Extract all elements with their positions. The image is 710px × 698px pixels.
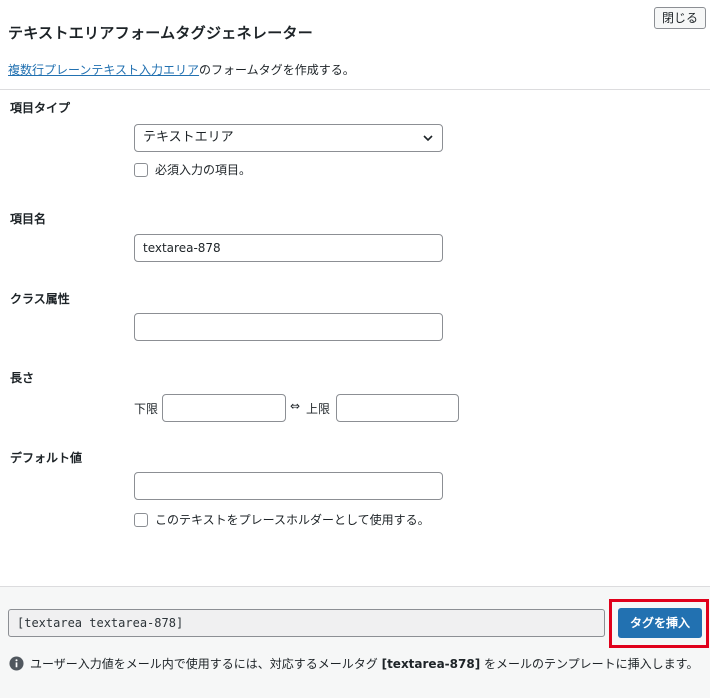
chevron-down-icon	[423, 135, 433, 142]
min-length-label: 下限	[134, 402, 159, 416]
placeholder-label: このテキストをプレースホルダーとして使用する。	[155, 513, 430, 527]
close-button[interactable]: 閉じる	[654, 7, 706, 29]
dialog-title: テキストエリアフォームタグジェネレーター	[8, 24, 314, 42]
name-input[interactable]: textarea-878	[134, 234, 443, 262]
divider	[0, 89, 710, 90]
max-length-label: 上限	[306, 402, 331, 416]
name-label: 項目名	[10, 212, 47, 226]
class-attr-input[interactable]	[134, 313, 443, 341]
required-label: 必須入力の項目。	[155, 163, 252, 177]
class-attr-label: クラス属性	[10, 292, 70, 306]
length-label: 長さ	[10, 371, 35, 385]
max-length-input[interactable]	[336, 394, 459, 422]
insert-tag-button[interactable]: タグを挿入	[618, 608, 702, 638]
note-post: をメールのテンプレートに挿入します。	[480, 657, 699, 671]
default-value-label: デフォルト値	[10, 451, 83, 465]
default-value-input[interactable]	[134, 472, 443, 500]
required-checkbox[interactable]	[134, 162, 148, 177]
field-type-selected: テキストエリア	[143, 130, 234, 145]
mail-tag-note: ユーザー入力値をメール内で使用するには、対応するメールタグ [textarea-…	[9, 654, 699, 674]
placeholder-checkbox[interactable]	[134, 512, 148, 527]
note-pre: ユーザー入力値をメール内で使用するには、対応するメールタグ	[30, 657, 382, 671]
note-tag: [textarea-878]	[381, 657, 481, 671]
description-text: のフォームタグを作成する。	[199, 63, 355, 77]
placeholder-checkbox-row[interactable]: このテキストをプレースホルダーとして使用する。	[134, 511, 430, 528]
field-type-label: 項目タイプ	[10, 101, 71, 115]
dialog-description: 複数行プレーンテキスト入力エリアのフォームタグを作成する。	[8, 61, 355, 78]
required-checkbox-row[interactable]: 必須入力の項目。	[134, 161, 251, 178]
field-type-select[interactable]: テキストエリア	[134, 124, 443, 152]
range-arrow-icon: ⇔	[290, 399, 301, 413]
description-link[interactable]: 複数行プレーンテキスト入力エリア	[8, 63, 199, 77]
tag-code-field[interactable]: [textarea textarea-878]	[8, 609, 605, 637]
min-length-input[interactable]	[162, 394, 286, 422]
footer-panel	[0, 586, 710, 698]
